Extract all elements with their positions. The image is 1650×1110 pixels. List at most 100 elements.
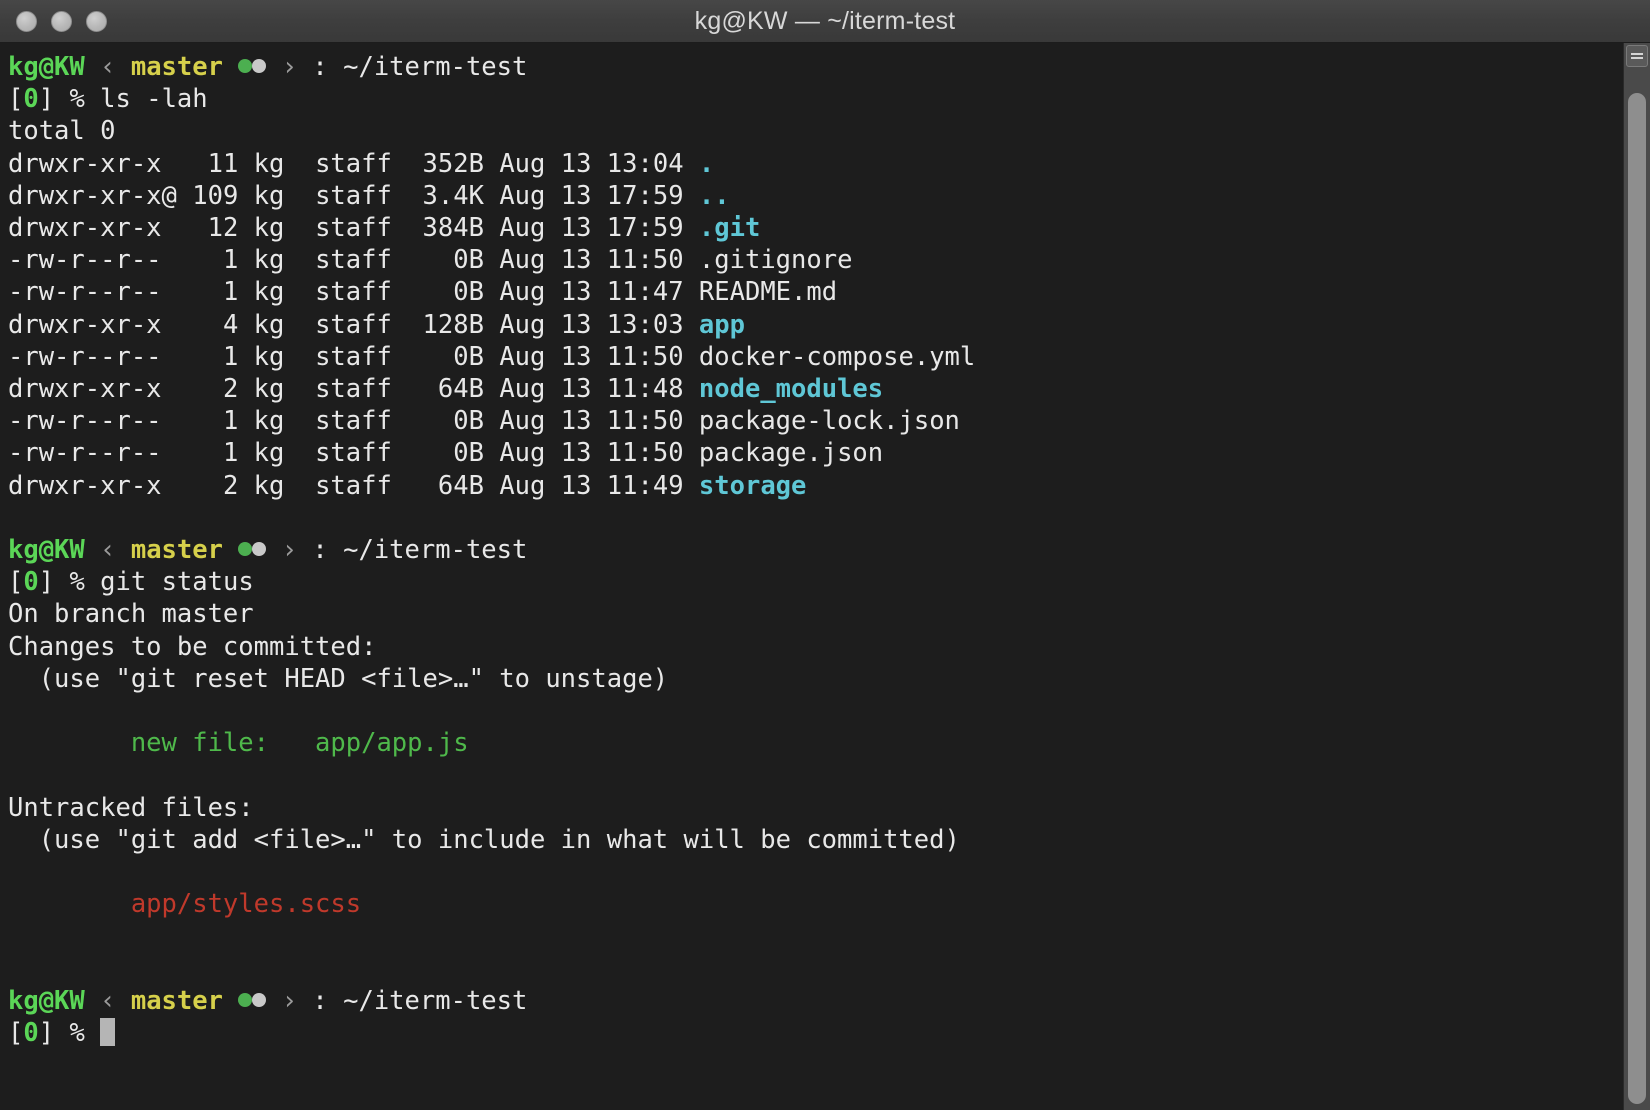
ls-cell-date: Aug 13 11:49 — [499, 471, 699, 501]
p2-space-5 — [297, 535, 312, 565]
prompt-user-host-2: kg@KW — [8, 535, 85, 565]
ls-cell-links: 1 — [177, 277, 254, 307]
ls-cell-perms: -rw-r--r-- — [8, 342, 177, 372]
p2-space-6 — [328, 535, 343, 565]
cmd-space-1 — [54, 84, 69, 114]
terminal-screen[interactable]: kg@KW ‹ master › : ~/iterm-test [0] % ls… — [0, 43, 1615, 1110]
ls-cell-date: Aug 13 13:03 — [499, 310, 699, 340]
ls-cell-group: staff — [315, 438, 422, 468]
ls-cell-perms: drwxr-xr-x — [8, 471, 177, 501]
git-staged-hint: (use "git reset HEAD <file>…" to unstage… — [8, 663, 1615, 695]
ls-cell-group: staff — [315, 213, 422, 243]
prompt-sigil-2: % — [69, 567, 84, 597]
status-close-3: ] — [39, 1018, 54, 1048]
prompt-sigil-1: % — [69, 84, 84, 114]
cmd2-space-2 — [85, 567, 100, 597]
ls-cell-owner: kg — [254, 213, 315, 243]
prompt-path-3: ~/iterm-test — [343, 986, 527, 1016]
vertical-scrollbar[interactable] — [1623, 43, 1650, 1110]
title-bar[interactable]: kg@KW — ~/iterm-test — [0, 0, 1650, 43]
scroll-track[interactable] — [1624, 71, 1650, 1110]
git-staged-dot-icon-3 — [238, 993, 252, 1007]
prompt-branch-3: master — [131, 986, 223, 1016]
minimize-button-icon[interactable] — [51, 11, 72, 32]
blank-line-2 — [8, 695, 1615, 727]
ls-cell-name: .. — [699, 181, 730, 211]
prompt-line-1: kg@KW ‹ master › : ~/iterm-test — [8, 51, 1615, 83]
prompt-left-bracket-2: ‹ — [100, 535, 115, 565]
text-cursor[interactable] — [100, 1018, 115, 1046]
ls-cell-links: 1 — [177, 406, 254, 436]
ls-cell-links: 11 — [177, 149, 254, 179]
prompt-sigil-3: % — [69, 1018, 84, 1048]
ls-cell-group: staff — [315, 149, 422, 179]
ls-cell-group: staff — [315, 342, 422, 372]
close-button-icon[interactable] — [16, 11, 37, 32]
prompt-path: ~/iterm-test — [343, 52, 527, 82]
ls-cell-perms: -rw-r--r-- — [8, 245, 177, 275]
status-code-3: 0 — [23, 1018, 38, 1048]
prompt-space-5 — [297, 52, 312, 82]
ls-cell-links: 12 — [177, 213, 254, 243]
ls-total-line: total 0 — [8, 115, 1615, 147]
p3-space-1 — [85, 986, 100, 1016]
scroll-mark-icon[interactable] — [1626, 45, 1648, 67]
prompt-user-host-3: kg@KW — [8, 986, 85, 1016]
ls-cell-size: 352B — [423, 149, 500, 179]
ls-rows-container: drwxr-xr-x 11 kg staff 352B Aug 13 13:04… — [8, 148, 1615, 502]
ls-cell-owner: kg — [254, 277, 315, 307]
ls-row: drwxr-xr-x 11 kg staff 352B Aug 13 13:04… — [8, 148, 1615, 180]
git-staged-header: Changes to be committed: — [8, 631, 1615, 663]
ls-cell-perms: -rw-r--r-- — [8, 406, 177, 436]
prompt-separator-2: : — [312, 535, 327, 565]
zoom-button-icon[interactable] — [86, 11, 107, 32]
cmd2-space-1 — [54, 567, 69, 597]
blank-line-5 — [8, 920, 1615, 952]
ls-cell-owner: kg — [254, 342, 315, 372]
ls-cell-links: 2 — [177, 374, 254, 404]
p2-space-2 — [115, 535, 130, 565]
terminal-body[interactable]: kg@KW ‹ master › : ~/iterm-test [0] % ls… — [0, 43, 1650, 1110]
prompt-space-4 — [266, 52, 281, 82]
ls-cell-date: Aug 13 11:50 — [499, 245, 699, 275]
git-untracked-header: Untracked files: — [8, 792, 1615, 824]
git-untracked-dot-icon — [252, 59, 266, 73]
scroll-mark-line-bottom — [1631, 57, 1643, 59]
command-text-ls: ls -lah — [100, 84, 207, 114]
prompt-user-host: kg@KW — [8, 52, 85, 82]
ls-cell-links: 4 — [177, 310, 254, 340]
scroll-thumb[interactable] — [1628, 93, 1646, 1104]
ls-cell-group: staff — [315, 277, 422, 307]
ls-cell-name: package-lock.json — [699, 406, 960, 436]
prompt-branch-2: master — [131, 535, 223, 565]
ls-cell-size: 0B — [423, 406, 500, 436]
ls-cell-size: 0B — [423, 342, 500, 372]
prompt-space-6 — [328, 52, 343, 82]
ls-row: -rw-r--r-- 1 kg staff 0B Aug 13 11:47 RE… — [8, 276, 1615, 308]
prompt-line-3: kg@KW ‹ master › : ~/iterm-test — [8, 985, 1615, 1017]
ls-cell-size: 128B — [423, 310, 500, 340]
prompt-branch: master — [131, 52, 223, 82]
status-code-1: 0 — [23, 84, 38, 114]
prompt-line-2: kg@KW ‹ master › : ~/iterm-test — [8, 534, 1615, 566]
prompt-space-3 — [223, 52, 238, 82]
command-text-git-status: git status — [100, 567, 254, 597]
ls-cell-owner: kg — [254, 471, 315, 501]
command-line-3[interactable]: [0] % — [8, 1017, 1615, 1049]
ls-cell-date: Aug 13 17:59 — [499, 213, 699, 243]
prompt-left-bracket-3: ‹ — [100, 986, 115, 1016]
p2-space-1 — [85, 535, 100, 565]
ls-cell-group: staff — [315, 310, 422, 340]
command-line-2: [0] % git status — [8, 566, 1615, 598]
p2-space-3 — [223, 535, 238, 565]
ls-cell-perms: -rw-r--r-- — [8, 438, 177, 468]
ls-cell-links: 1 — [177, 342, 254, 372]
git-staged-dot-icon-2 — [238, 542, 252, 556]
status-open-3: [ — [8, 1018, 23, 1048]
blank-line-3 — [8, 759, 1615, 791]
ls-cell-links: 1 — [177, 245, 254, 275]
ls-cell-size: 64B — [423, 374, 500, 404]
cmd-space-1b — [85, 84, 100, 114]
prompt-separator-3: : — [312, 986, 327, 1016]
scroll-mark-line-top — [1631, 53, 1643, 55]
